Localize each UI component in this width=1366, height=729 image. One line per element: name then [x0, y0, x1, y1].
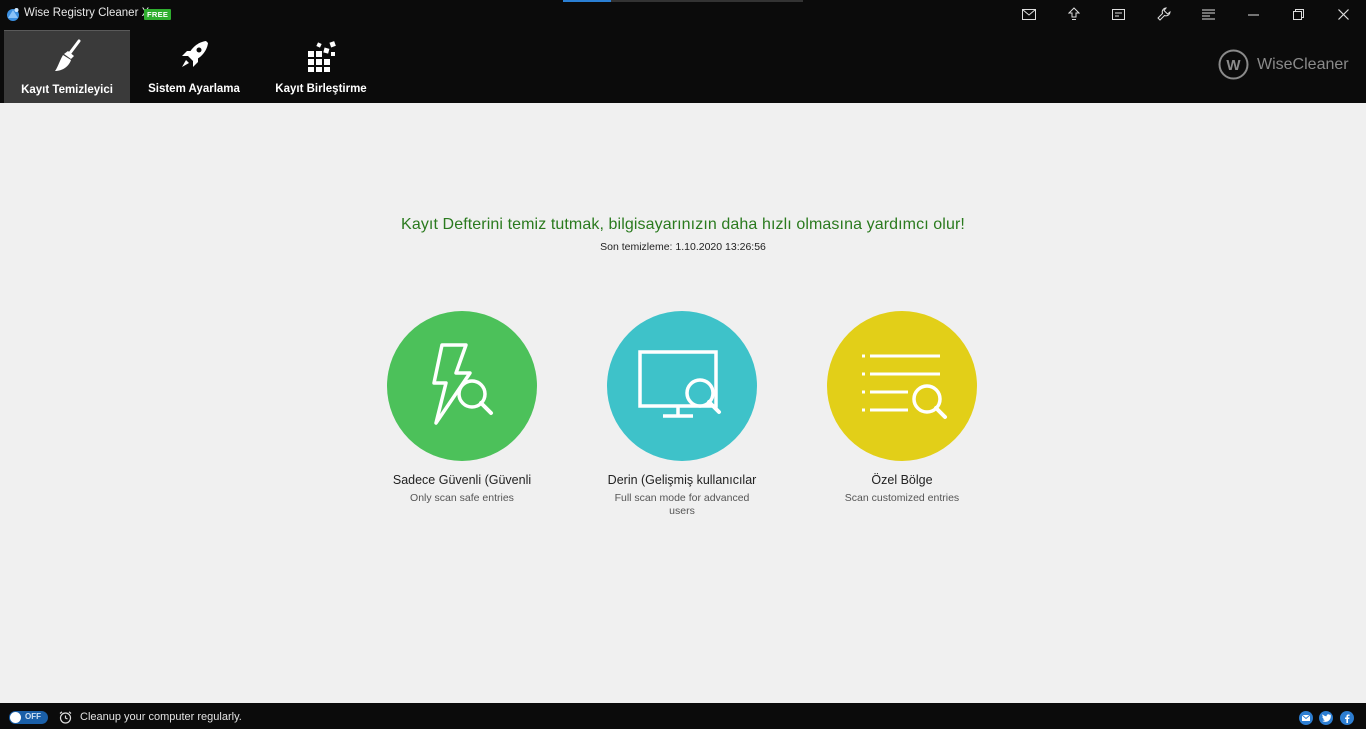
upgrade-arrow-icon	[1067, 7, 1080, 20]
skin-icon	[1112, 8, 1125, 20]
restore-icon	[1293, 8, 1304, 20]
minimize-button[interactable]	[1231, 0, 1276, 28]
facebook-icon	[1345, 714, 1350, 723]
broom-icon	[55, 39, 81, 71]
monitor-search-icon	[638, 349, 721, 418]
toggle-label: OFF	[25, 712, 41, 721]
rocket-icon	[182, 41, 208, 67]
mode-title: Sadece Güvenli (Güvenli	[392, 473, 532, 487]
status-message: Cleanup your computer regularly.	[80, 711, 242, 723]
wisecleaner-brand[interactable]: W WiseCleaner	[1218, 49, 1349, 80]
brand-logo-letter: W	[1226, 57, 1241, 74]
brand-text: WiseCleaner	[1257, 55, 1349, 73]
twitter-icon	[1321, 714, 1331, 722]
tab-label: Kayıt Birleştirme	[275, 83, 367, 95]
menu-icon	[1202, 9, 1215, 19]
app-title: Wise Registry Cleaner X	[24, 7, 150, 19]
menu-button[interactable]	[1186, 0, 1231, 28]
top-progress-fill	[563, 0, 611, 2]
skin-button[interactable]	[1096, 0, 1141, 28]
mode-safe-scan[interactable]: Sadece Güvenli (Güvenli Only scan safe e…	[377, 311, 547, 505]
wrench-icon	[1156, 7, 1171, 21]
schedule-toggle[interactable]: OFF	[9, 711, 48, 724]
mail-icon	[1021, 8, 1036, 20]
alarm-clock-icon[interactable]	[59, 711, 72, 724]
close-button[interactable]	[1321, 0, 1366, 28]
wisecleaner-logo-icon: W	[1218, 49, 1249, 80]
close-icon	[1338, 8, 1349, 20]
page-headline: Kayıt Defterini temiz tutmak, bilgisayar…	[401, 216, 965, 233]
mode-circle[interactable]	[607, 311, 757, 461]
minimize-icon	[1248, 14, 1259, 15]
email-share-button[interactable]	[1299, 711, 1313, 725]
status-bar: OFF Cleanup your computer regularly.	[0, 703, 1366, 729]
tab-label: Kayıt Temizleyici	[21, 84, 113, 96]
window-controls	[1006, 0, 1366, 28]
email-icon	[1302, 715, 1310, 721]
facebook-button[interactable]	[1340, 711, 1354, 725]
mode-description: Only scan safe entries	[410, 492, 514, 504]
mode-title: Özel Bölge	[871, 473, 933, 487]
title-bar[interactable]: Wise Registry Cleaner X FREE	[0, 0, 1366, 28]
top-progress-bar	[563, 0, 803, 2]
free-badge: FREE	[144, 9, 172, 20]
mode-circle[interactable]	[827, 311, 977, 461]
last-clean-time: Son temizleme: 1.10.2020 13:26:56	[600, 241, 766, 253]
mode-description: Full scan mode for advanced users	[614, 492, 750, 517]
lightning-search-icon	[432, 342, 493, 425]
mode-title: Derin (Gelişmiş kullanıcılar	[607, 473, 757, 487]
top-bar: Wise Registry Cleaner X FREE Kayıt Temiz…	[0, 0, 1366, 103]
tab-label: Sistem Ayarlama	[148, 83, 240, 95]
tab-registry-defrag[interactable]: Kayıt Birleştirme	[258, 30, 384, 103]
mode-circle[interactable]	[387, 311, 537, 461]
tools-button[interactable]	[1141, 0, 1186, 28]
app-logo-icon	[7, 8, 19, 21]
defrag-blocks-icon	[308, 41, 336, 72]
mode-deep-scan[interactable]: Derin (Gelişmiş kullanıcılar Full scan m…	[597, 311, 767, 518]
upgrade-button[interactable]	[1051, 0, 1096, 28]
twitter-button[interactable]	[1319, 711, 1333, 725]
tab-registry-cleaner[interactable]: Kayıt Temizleyici	[4, 30, 130, 103]
mode-description: Scan customized entries	[844, 492, 960, 504]
restore-button[interactable]	[1276, 0, 1321, 28]
list-search-icon	[862, 354, 947, 419]
toggle-knob	[10, 712, 21, 723]
tab-system-tuneup[interactable]: Sistem Ayarlama	[131, 30, 257, 103]
feedback-mail-button[interactable]	[1006, 0, 1051, 28]
mode-custom-area[interactable]: Özel Bölge Scan customized entries	[817, 311, 987, 505]
